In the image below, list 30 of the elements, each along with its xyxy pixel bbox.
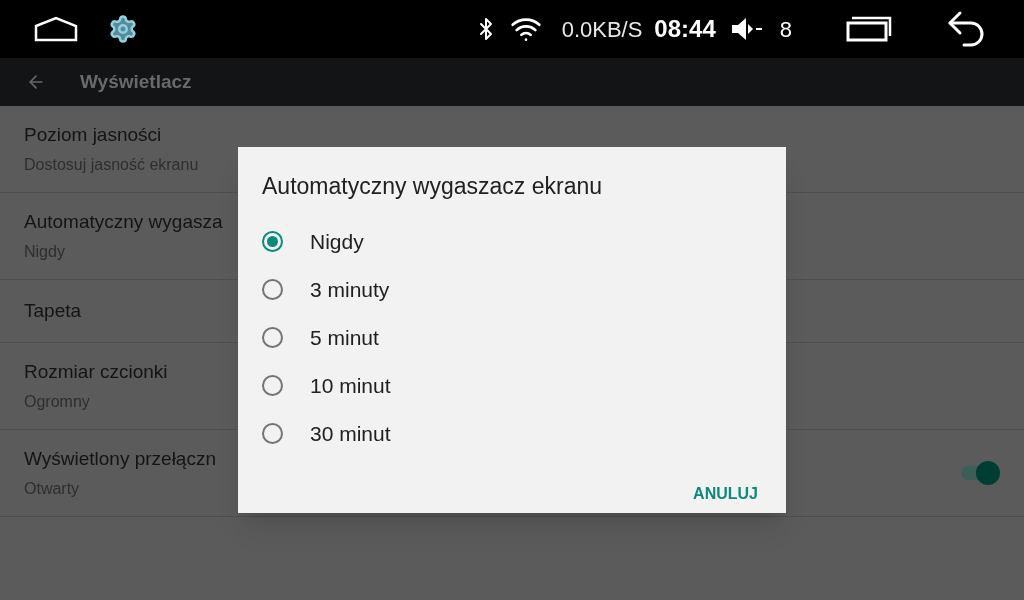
dialog-title: Automatyczny wygaszacz ekranu [262, 172, 604, 201]
cancel-button[interactable]: ANULUJ [685, 475, 766, 512]
volume-level: 8 [779, 15, 792, 44]
radio-option[interactable]: 5 minut [262, 313, 762, 362]
setting-title: Automatyczny wygasza [24, 209, 223, 234]
radio-option[interactable]: Nigdy [262, 217, 762, 266]
radio-button[interactable] [262, 375, 283, 396]
setting-title: Wyświetlony przełączn [24, 446, 216, 471]
recents-icon[interactable] [846, 16, 892, 42]
speaker-icon [731, 17, 762, 41]
option-label: 3 minuty [310, 276, 390, 303]
setting-title: Poziom jasności [24, 122, 162, 147]
setting-title: Tapeta [24, 298, 82, 323]
radio-option[interactable]: 10 minut [262, 361, 762, 410]
option-label: Nigdy [310, 228, 364, 255]
radio-button[interactable] [262, 327, 283, 348]
network-speed: 0.0KB/S [561, 15, 643, 44]
radio-option[interactable]: 30 minut [262, 409, 762, 458]
radio-button[interactable] [262, 279, 283, 300]
home-icon[interactable] [34, 16, 78, 42]
clock: 08:44 [654, 14, 716, 44]
option-label: 5 minut [310, 324, 379, 351]
radio-option[interactable]: 3 minuty [262, 265, 762, 314]
radio-button[interactable] [262, 231, 283, 252]
option-label: 30 minut [310, 420, 391, 447]
settings-icon[interactable] [108, 14, 138, 44]
setting-title: Rozmiar czcionki [24, 359, 168, 384]
toolbar-title: Wyświetlacz [80, 69, 192, 94]
option-label: 10 minut [310, 372, 391, 399]
radio-button[interactable] [262, 423, 283, 444]
